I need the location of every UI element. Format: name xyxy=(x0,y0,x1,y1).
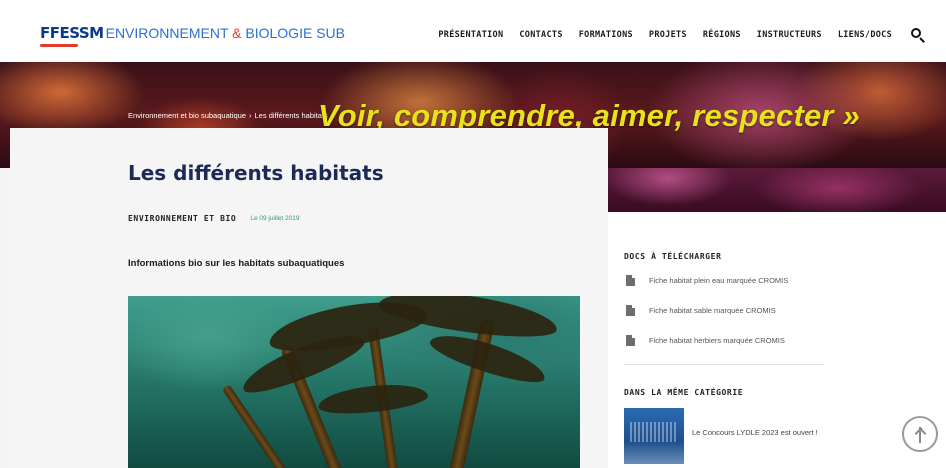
doc-link-label: Fiche habitat herbiers marquée CROMIS xyxy=(649,336,785,345)
document-icon xyxy=(626,275,635,286)
nav-contacts[interactable]: CONTACTS xyxy=(519,30,562,40)
search-icon-lens xyxy=(911,28,921,38)
search-icon-handle xyxy=(919,37,925,43)
nav-formations[interactable]: FORMATIONS xyxy=(579,30,633,40)
doc-link-herbiers[interactable]: Fiche habitat herbiers marquée CROMIS xyxy=(626,335,785,346)
nav-projets[interactable]: PROJETS xyxy=(649,30,687,40)
doc-link-sable[interactable]: Fiche habitat sable marquée CROMIS xyxy=(626,305,776,316)
search-icon[interactable] xyxy=(910,27,926,43)
kelp-frond xyxy=(316,380,430,418)
logo-tagline-part-2: BIOLOGIE SUB xyxy=(245,25,345,41)
nav-regions[interactable]: RÉGIONS xyxy=(703,30,741,40)
article-category[interactable]: ENVIRONNEMENT ET BIO xyxy=(128,214,236,223)
doc-link-plein-eau[interactable]: Fiche habitat plein eau marquée CROMIS xyxy=(626,275,788,286)
article-sidebar: DOCS À TÉLÉCHARGER Fiche habitat plein e… xyxy=(608,212,946,468)
related-heading: DANS LA MÊME CATÉGORIE xyxy=(624,388,744,397)
related-thumbnail[interactable] xyxy=(624,408,684,464)
document-icon xyxy=(626,305,635,316)
banner-image-extension xyxy=(608,168,946,212)
site-header: FFESSM ENVIRONNEMENT & BIOLOGIE SUB PRÉS… xyxy=(0,0,946,62)
article-meta: ENVIRONNEMENT ET BIO Le 09 juillet 2019 xyxy=(128,214,299,223)
logo-brand: FFESSM xyxy=(40,24,104,42)
breadcrumb-current: Les différents habitats xyxy=(254,111,328,120)
logo-wave-mark xyxy=(40,44,78,47)
document-icon xyxy=(626,335,635,346)
kelp-stem xyxy=(221,383,297,468)
doc-link-label: Fiche habitat sable marquée CROMIS xyxy=(649,306,776,315)
breadcrumb: Environnement et bio subaquatique › Les di… xyxy=(128,111,328,120)
logo-tagline: ENVIRONNEMENT & BIOLOGIE SUB xyxy=(106,25,345,41)
breadcrumb-link[interactable]: Environnement et bio subaquatique xyxy=(128,111,246,120)
logo-ampersand: & xyxy=(232,25,242,41)
article-subtitle: Informations bio sur les habitats subaqu… xyxy=(128,258,345,269)
breadcrumb-separator: › xyxy=(249,111,252,120)
article-photo xyxy=(128,296,580,468)
related-article-link[interactable]: Le Concours LYDLE 2023 est ouvert ! xyxy=(692,428,832,438)
page-title: Les différents habitats xyxy=(128,161,384,185)
sidebar-divider xyxy=(624,364,824,365)
main-nav: PRÉSENTATION CONTACTS FORMATIONS PROJETS… xyxy=(422,27,926,43)
logo-tagline-part-1: ENVIRONNEMENT xyxy=(105,25,229,41)
docs-heading: DOCS À TÉLÉCHARGER xyxy=(624,252,722,261)
nav-presentation[interactable]: PRÉSENTATION xyxy=(438,30,503,40)
site-logo[interactable]: FFESSM ENVIRONNEMENT & BIOLOGIE SUB xyxy=(40,22,345,47)
article-main: Les différents habitats ENVIRONNEMENT ET… xyxy=(10,128,608,468)
nav-liens-docs[interactable]: LIENS/DOCS xyxy=(838,30,892,40)
doc-link-label: Fiche habitat plein eau marquée CROMIS xyxy=(649,276,789,285)
article-date: Le 09 juillet 2019 xyxy=(250,215,300,222)
nav-instructeurs[interactable]: INSTRUCTEURS xyxy=(757,30,822,40)
back-to-top-button[interactable] xyxy=(902,416,938,452)
thumbnail-pattern xyxy=(630,422,678,442)
